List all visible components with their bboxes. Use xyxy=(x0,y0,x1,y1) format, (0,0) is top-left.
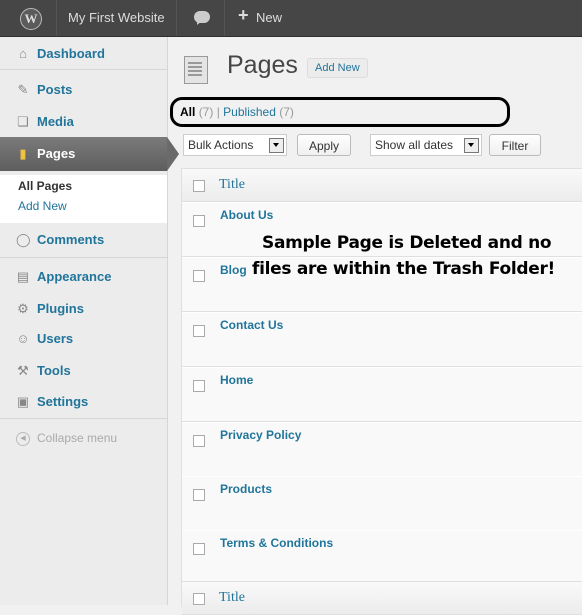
add-new-button[interactable]: Add New xyxy=(307,58,368,78)
sidebar-item-tools[interactable]: ⚒ Tools xyxy=(0,356,167,386)
submenu-add-new[interactable]: Add New xyxy=(18,199,67,213)
comment-bubble-icon[interactable] xyxy=(194,11,210,25)
row-checkbox[interactable] xyxy=(193,543,205,555)
row-checkbox[interactable] xyxy=(193,380,205,392)
sidebar-item-appearance[interactable]: ▤ Appearance xyxy=(0,262,167,292)
pages-icon xyxy=(184,56,208,84)
media-icon: ❏ xyxy=(17,114,29,129)
table-header: Title xyxy=(182,169,582,202)
tools-icon: ⚒ xyxy=(17,363,29,378)
annotation-line-2: files are within the Trash Folder! xyxy=(252,259,555,279)
apply-button[interactable]: Apply xyxy=(297,134,351,156)
column-title-header[interactable]: Title xyxy=(219,177,245,193)
sidebar-item-dashboard[interactable]: ⌂ Dashboard xyxy=(0,39,167,69)
sidebar-item-users[interactable]: ☺ Users xyxy=(0,324,167,354)
divider xyxy=(176,0,177,36)
divider xyxy=(0,69,167,70)
sidebar-item-label: Plugins xyxy=(37,301,84,316)
pages-icon: ▮ xyxy=(19,146,27,161)
pin-icon: ✎ xyxy=(17,82,29,97)
dates-value: Show all dates xyxy=(375,138,454,152)
admin-bar: W My First Website + New xyxy=(0,0,582,37)
select-all-checkbox[interactable] xyxy=(193,180,205,192)
row-checkbox[interactable] xyxy=(193,435,205,447)
wordpress-logo-icon[interactable]: W xyxy=(20,8,42,30)
page-title-link[interactable]: Products xyxy=(220,482,272,496)
active-arrow-icon xyxy=(167,137,179,171)
row-checkbox[interactable] xyxy=(193,325,205,337)
sidebar-item-media[interactable]: ❏ Media xyxy=(0,107,167,137)
sidebar-item-settings[interactable]: ▣ Settings xyxy=(0,387,167,417)
sidebar-item-label: Posts xyxy=(37,82,73,97)
divider xyxy=(0,418,167,419)
table-row: Contact Us xyxy=(182,312,582,367)
pages-submenu: All Pages Add New xyxy=(0,175,167,223)
page-title-link[interactable]: Blog xyxy=(220,263,247,277)
admin-sidebar: ⌂ Dashboard ✎ Posts ❏ Media ▮ Pages All … xyxy=(0,37,179,605)
filter-button[interactable]: Filter xyxy=(489,134,541,156)
dates-select[interactable]: Show all dates xyxy=(370,134,482,156)
row-checkbox[interactable] xyxy=(193,215,205,227)
table-row: Privacy Policy xyxy=(182,422,582,477)
sidebar-item-label: Pages xyxy=(37,146,76,161)
new-content-link[interactable]: New xyxy=(256,10,282,25)
page-title: Pages xyxy=(227,51,298,79)
home-icon: ⌂ xyxy=(19,46,27,61)
row-checkbox[interactable] xyxy=(193,270,205,282)
page-title-link[interactable]: Home xyxy=(220,373,253,387)
users-icon: ☺ xyxy=(16,331,30,346)
sidebar-item-pages[interactable]: ▮ Pages xyxy=(0,137,179,171)
row-checkbox[interactable] xyxy=(193,489,205,501)
annotation-text: Sample Page is Deleted and no files are … xyxy=(252,230,555,282)
annotation-oval xyxy=(170,97,510,127)
divider xyxy=(56,0,57,36)
site-name-link[interactable]: My First Website xyxy=(68,10,165,25)
plugins-icon: ⚙ xyxy=(17,301,29,316)
sidebar-item-label: Tools xyxy=(37,363,71,378)
settings-icon: ▣ xyxy=(16,394,30,409)
sidebar-item-label: Appearance xyxy=(37,269,112,284)
select-all-checkbox[interactable] xyxy=(193,593,205,605)
sidebar-item-label: Media xyxy=(37,114,74,129)
table-row: Terms & Conditions xyxy=(182,530,582,585)
table-row: Home xyxy=(182,367,582,422)
bulk-actions-select[interactable]: Bulk Actions xyxy=(183,134,287,156)
bulk-actions-value: Bulk Actions xyxy=(188,138,254,152)
collapse-menu-button[interactable]: ◀ Collapse menu xyxy=(0,424,167,454)
divider xyxy=(0,257,167,258)
sidebar-item-posts[interactable]: ✎ Posts xyxy=(0,75,167,105)
sidebar-item-plugins[interactable]: ⚙ Plugins xyxy=(0,294,167,324)
annotation-line-1: Sample Page is Deleted and no xyxy=(262,233,552,253)
collapse-arrow-icon: ◀ xyxy=(16,432,30,446)
submenu-all-pages[interactable]: All Pages xyxy=(18,179,72,193)
page-title-link[interactable]: Terms & Conditions xyxy=(220,536,333,550)
page-title-link[interactable]: About Us xyxy=(220,208,273,222)
appearance-icon: ▤ xyxy=(16,269,30,284)
dropdown-arrow-icon xyxy=(464,138,479,153)
collapse-menu-label: Collapse menu xyxy=(37,431,118,445)
sidebar-item-comments[interactable]: ◯ Comments xyxy=(0,225,167,255)
sidebar-item-label: Comments xyxy=(37,232,105,247)
page-title-link[interactable]: Privacy Policy xyxy=(220,428,301,442)
plus-icon[interactable]: + xyxy=(238,5,249,26)
comments-icon: ◯ xyxy=(16,232,31,247)
sidebar-item-label: Dashboard xyxy=(37,46,105,61)
sidebar-item-label: Users xyxy=(37,331,74,346)
sidebar-item-label: Settings xyxy=(37,394,89,409)
table-row: Products xyxy=(182,476,582,531)
table-footer: Title xyxy=(182,581,582,615)
divider xyxy=(224,0,225,36)
dropdown-arrow-icon xyxy=(269,138,284,153)
page-title-link[interactable]: Contact Us xyxy=(220,318,283,332)
column-title-footer[interactable]: Title xyxy=(219,590,245,606)
